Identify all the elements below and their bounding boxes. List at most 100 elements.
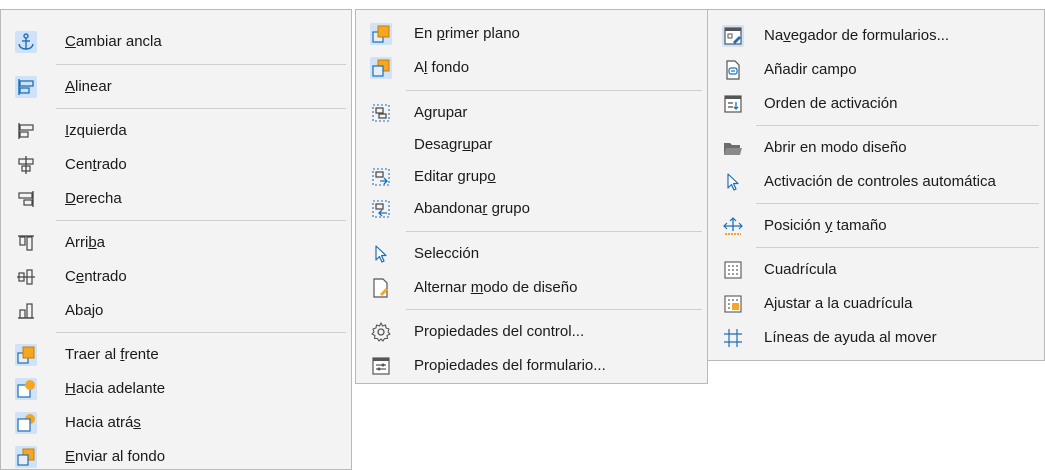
- selection-arrow-icon: [370, 243, 392, 265]
- menu-item-tab-order[interactable]: Orden de activación: [708, 88, 1044, 120]
- menu-item-control-properties[interactable]: Propiedades del control...: [356, 316, 707, 348]
- menu-item-bring-to-front[interactable]: Traer al frente: [1, 339, 351, 371]
- menu-item-label: Cambiar ancla: [65, 33, 162, 50]
- form-properties-icon: [370, 355, 392, 377]
- menu-item-label: Derecha: [65, 190, 122, 207]
- menu-item-label: Selección: [414, 245, 480, 262]
- menu-item-grid[interactable]: Cuadrícula: [708, 254, 1044, 286]
- add-field-icon: [722, 59, 744, 81]
- menu-item-background[interactable]: Al fondo: [356, 52, 707, 84]
- menu-separator: [406, 90, 702, 91]
- context-menus-stage: Cambiar ancla Alinear Izquierda Centrado: [0, 0, 1045, 470]
- menu-item-label: Traer al frente: [65, 346, 159, 363]
- grid-icon: [722, 259, 744, 281]
- menu-item-open-in-design-mode[interactable]: Abrir en modo diseño: [708, 132, 1044, 164]
- menu-separator: [56, 332, 346, 333]
- menu-item-add-field[interactable]: Añadir campo: [708, 54, 1044, 86]
- menu-item-label: Abajo: [65, 302, 104, 319]
- bring-to-front-icon: [15, 344, 37, 366]
- group-control-menu: En primer plano Al fondo Agrupar Desagru…: [355, 9, 708, 384]
- menu-item-label: Posición y tamaño: [764, 217, 887, 234]
- menu-item-change-anchor[interactable]: Cambiar ancla: [1, 26, 351, 58]
- menu-separator: [406, 309, 702, 310]
- menu-item-align-center-h[interactable]: Centrado: [1, 149, 351, 181]
- menu-item-label: Orden de activación: [764, 95, 898, 112]
- align-top-icon: [15, 232, 37, 254]
- menu-item-helplines-while-moving[interactable]: Líneas de ayuda al mover: [708, 322, 1044, 354]
- form-design-menu: Navegador de formularios... Añadir campo…: [707, 9, 1045, 361]
- menu-item-label: Agrupar: [414, 104, 468, 121]
- menu-separator: [756, 125, 1039, 126]
- menu-item-label: Centrado: [65, 156, 127, 173]
- bring-forward-icon: [15, 378, 37, 400]
- menu-item-align[interactable]: Alinear: [1, 71, 351, 103]
- tab-order-icon: [722, 93, 744, 115]
- snap-to-grid-icon: [722, 293, 744, 315]
- background-icon: [370, 57, 392, 79]
- menu-item-label: Al fondo: [414, 59, 470, 76]
- align-bottom-icon: [15, 300, 37, 322]
- anchor-icon: [15, 31, 37, 53]
- exit-group-icon: [370, 198, 392, 220]
- menu-item-label: Añadir campo: [764, 61, 857, 78]
- menu-item-label: Activación de controles automática: [764, 173, 996, 190]
- menu-item-group[interactable]: Agrupar: [356, 97, 707, 129]
- menu-item-align-top[interactable]: Arriba: [1, 227, 351, 259]
- menu-item-form-properties[interactable]: Propiedades del formulario...: [356, 350, 707, 382]
- helplines-icon: [722, 327, 744, 349]
- menu-item-label: Ajustar a la cuadrícula: [764, 295, 913, 312]
- menu-item-bring-forward[interactable]: Hacia adelante: [1, 373, 351, 405]
- menu-item-edit-group[interactable]: Editar grupo: [356, 161, 707, 193]
- menu-item-snap-to-grid[interactable]: Ajustar a la cuadrícula: [708, 288, 1044, 320]
- menu-separator: [756, 247, 1039, 248]
- menu-item-label: Izquierda: [65, 122, 127, 139]
- menu-item-label: Alinear: [65, 78, 112, 95]
- menu-item-label: Cuadrícula: [764, 261, 837, 278]
- menu-item-align-center-v[interactable]: Centrado: [1, 261, 351, 293]
- menu-item-selection[interactable]: Selección: [356, 238, 707, 270]
- menu-item-send-to-back[interactable]: Enviar al fondo: [1, 441, 351, 470]
- menu-item-toggle-design-mode[interactable]: Alternar modo de diseño: [356, 272, 707, 304]
- foreground-icon: [370, 23, 392, 45]
- menu-item-label: Líneas de ayuda al mover: [764, 329, 937, 346]
- menu-separator: [406, 231, 702, 232]
- menu-item-label: Desagrupar: [414, 136, 493, 153]
- menu-item-label: Abrir en modo diseño: [764, 139, 907, 156]
- menu-item-label: Propiedades del control...: [414, 323, 585, 340]
- menu-separator: [56, 220, 346, 221]
- menu-separator: [756, 203, 1039, 204]
- menu-item-align-right[interactable]: Derecha: [1, 183, 351, 215]
- menu-separator: [56, 108, 346, 109]
- menu-item-label: Propiedades del formulario...: [414, 357, 606, 374]
- menu-item-label: Hacia atrás: [65, 414, 141, 431]
- menu-item-align-left[interactable]: Izquierda: [1, 115, 351, 147]
- design-mode-icon: [370, 277, 392, 299]
- menu-item-auto-control-focus[interactable]: Activación de controles automática: [708, 166, 1044, 198]
- send-to-back-icon: [15, 446, 37, 468]
- menu-item-position-and-size[interactable]: Posición y tamaño: [708, 210, 1044, 242]
- menu-item-ungroup[interactable]: Desagrupar: [356, 129, 707, 161]
- menu-item-foreground[interactable]: En primer plano: [356, 18, 707, 50]
- menu-item-label: Navegador de formularios...: [764, 27, 950, 44]
- menu-item-label: Hacia adelante: [65, 380, 166, 397]
- open-folder-icon: [722, 137, 744, 159]
- menu-item-label: Editar grupo: [414, 168, 496, 185]
- menu-item-label: Enviar al fondo: [65, 448, 166, 465]
- menu-item-label: En primer plano: [414, 25, 520, 42]
- align-left-icon: [15, 120, 37, 142]
- align-center-horizontal-icon: [15, 154, 37, 176]
- control-properties-icon: [370, 321, 392, 343]
- send-backward-icon: [15, 412, 37, 434]
- menu-item-label: Alternar modo de diseño: [414, 279, 578, 296]
- menu-item-send-backward[interactable]: Hacia atrás: [1, 407, 351, 439]
- align-right-icon: [15, 188, 37, 210]
- form-navigator-icon: [722, 25, 744, 47]
- edit-group-icon: [370, 166, 392, 188]
- arrange-align-menu: Cambiar ancla Alinear Izquierda Centrado: [0, 9, 352, 470]
- menu-separator: [56, 64, 346, 65]
- menu-item-align-bottom[interactable]: Abajo: [1, 295, 351, 327]
- menu-item-form-navigator[interactable]: Navegador de formularios...: [708, 20, 1044, 52]
- auto-control-focus-icon: [722, 171, 744, 193]
- menu-item-exit-group[interactable]: Abandonar grupo: [356, 193, 707, 225]
- position-size-icon: [722, 215, 744, 237]
